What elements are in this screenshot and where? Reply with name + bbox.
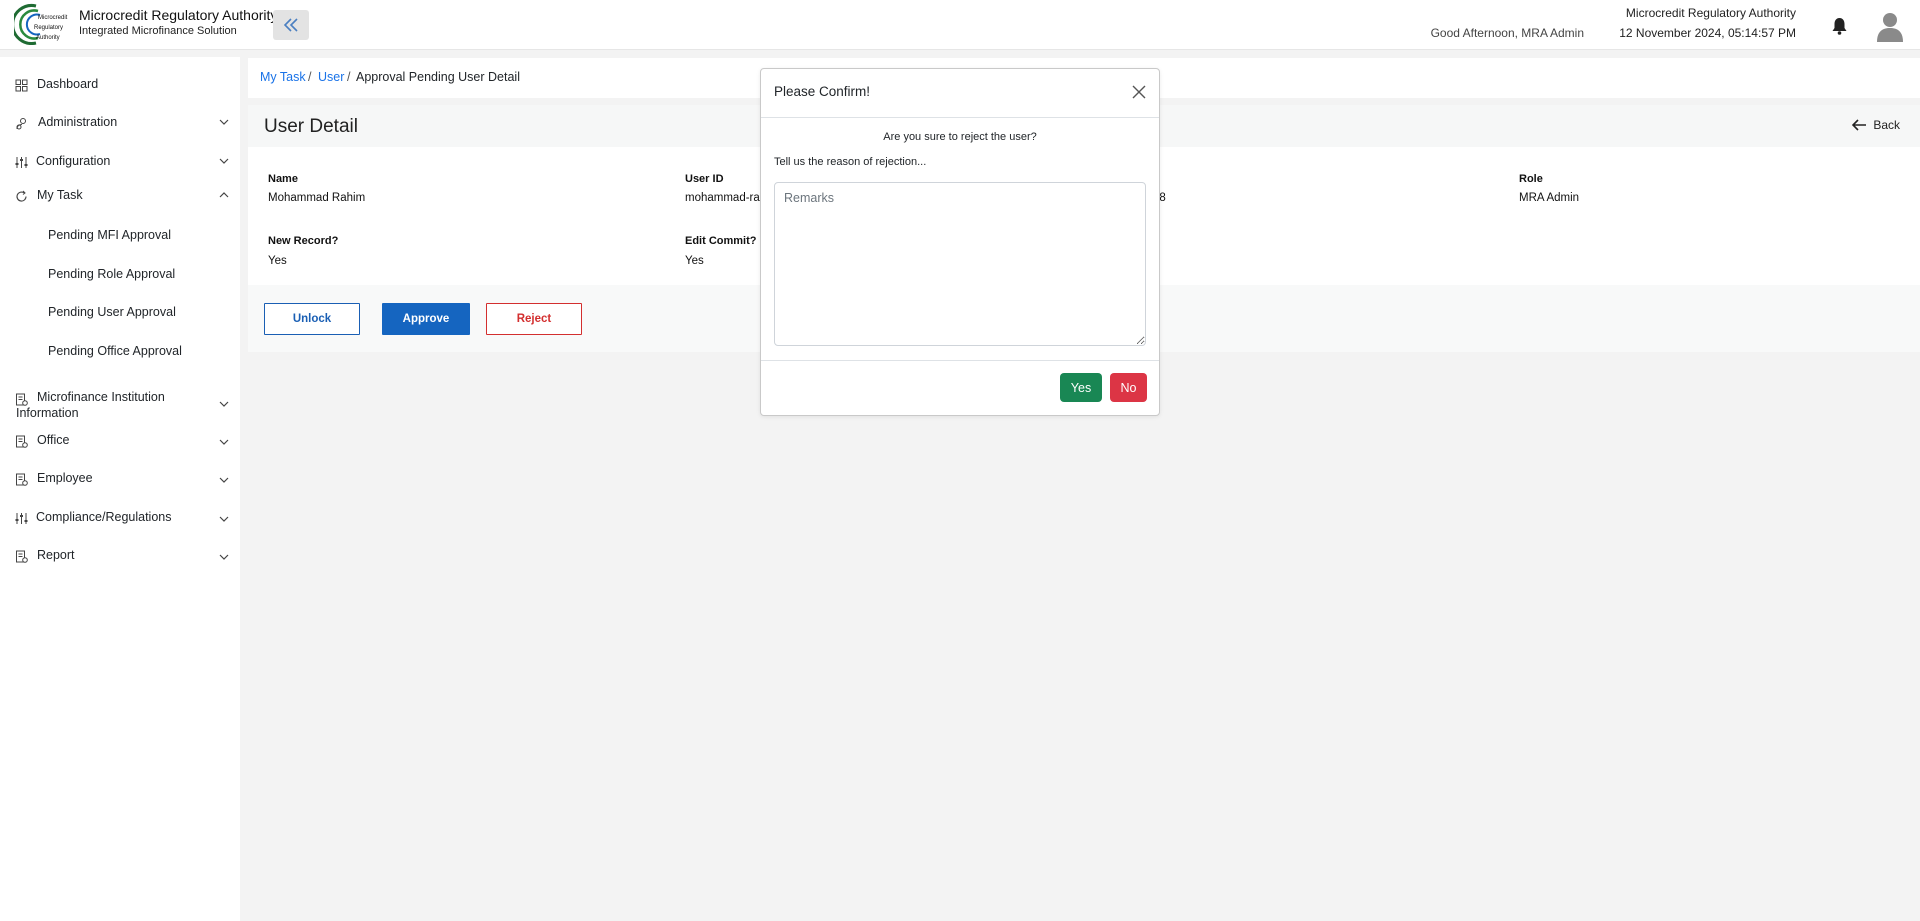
approve-button[interactable]: Approve xyxy=(382,303,470,335)
chevron-down-icon xyxy=(219,158,229,164)
logo-line-3: Authority xyxy=(36,35,60,41)
breadcrumb-user[interactable]: User xyxy=(318,70,344,84)
chevron-down-icon xyxy=(219,439,229,445)
back-button[interactable]: Back xyxy=(1852,118,1900,132)
sidebar-item-label: Report xyxy=(37,548,75,562)
unlock-button[interactable]: Unlock xyxy=(264,303,360,335)
sidebar-item-label: Configuration xyxy=(36,154,111,168)
sidebar-item-configuration[interactable]: Configuration xyxy=(0,154,240,172)
sidebar-item-my-task[interactable]: My Task xyxy=(0,188,240,206)
sidebar: Dashboard Administration Configuration M… xyxy=(0,57,240,911)
chevron-down-icon xyxy=(219,477,229,483)
field-value-user-id: mohammad-rah xyxy=(685,192,767,204)
close-icon[interactable] xyxy=(1131,84,1147,100)
sliders-icon xyxy=(15,513,28,524)
brand-title: Microcredit Regulatory Authority xyxy=(79,7,278,23)
modal-header: Please Confirm! xyxy=(761,69,1159,118)
arrow-left-icon xyxy=(1852,119,1867,131)
field-value-edit-commit: Yes xyxy=(685,255,704,267)
sliders-icon xyxy=(15,157,28,168)
sidebar-item-compliance-regulations[interactable]: Compliance/Regulations xyxy=(0,510,240,528)
sidebar-item-report[interactable]: Report xyxy=(0,548,240,566)
sidebar-item-employee[interactable]: Employee xyxy=(0,471,240,489)
mra-logo: Microcredit Regulatory Authority xyxy=(14,4,68,45)
modal-footer: Yes No xyxy=(761,360,1159,417)
field-value-name: Mohammad Rahim xyxy=(268,192,366,204)
refresh-icon xyxy=(16,190,27,202)
sidebar-item-administration[interactable]: Administration xyxy=(0,115,240,133)
bell-icon[interactable] xyxy=(1831,17,1848,35)
breadcrumb-separator: / xyxy=(308,70,312,84)
field-value-role: MRA Admin xyxy=(1519,192,1580,204)
sidebar-item-label: My Task xyxy=(37,188,83,202)
chevron-up-icon xyxy=(219,192,229,198)
back-label: Back xyxy=(1873,118,1900,132)
logo-line-1: Microcredit xyxy=(38,15,68,21)
sidebar-toggle-button[interactable] xyxy=(273,10,309,40)
sidebar-item-label: Microfinance Institution xyxy=(37,390,165,404)
sidebar-item-label-line2: Information xyxy=(16,406,79,420)
current-datetime: 12 November 2024, 05:14:57 PM xyxy=(1619,26,1796,40)
sidebar-subitem-pending-office-approval[interactable]: Pending Office Approval xyxy=(48,344,182,358)
top-header: Microcredit Regulatory Authority Microcr… xyxy=(0,0,1920,50)
chevron-down-icon xyxy=(219,119,229,125)
field-label-role: Role xyxy=(1519,173,1543,185)
greeting-text: Good Afternoon, MRA Admin xyxy=(1430,26,1584,40)
document-icon xyxy=(16,550,28,563)
brand-subtitle: Integrated Microfinance Solution xyxy=(79,25,237,37)
rejection-reason-label: Tell us the reason of rejection... xyxy=(774,156,927,168)
chevron-down-icon xyxy=(219,516,229,522)
no-button[interactable]: No xyxy=(1110,373,1147,402)
field-value-new-record: Yes xyxy=(268,255,287,267)
people-icon xyxy=(16,118,26,130)
breadcrumb-separator: / xyxy=(347,70,351,84)
chevron-down-icon xyxy=(219,401,229,407)
sidebar-item-dashboard[interactable]: Dashboard xyxy=(0,77,240,95)
sidebar-subitem-pending-mfi-approval[interactable]: Pending MFI Approval xyxy=(48,228,171,242)
double-chevron-left-icon xyxy=(283,18,298,32)
field-label-new-record: New Record? xyxy=(268,235,339,247)
confirm-reject-modal: Please Confirm! Are you sure to reject t… xyxy=(760,68,1160,416)
page-title: User Detail xyxy=(264,116,358,137)
sidebar-item-label: Employee xyxy=(37,471,93,485)
document-icon xyxy=(16,435,28,448)
sidebar-item-microfinance-institution-information[interactable]: Microfinance Institution Information xyxy=(0,390,240,424)
field-label-edit-commit: Edit Commit? xyxy=(685,235,757,247)
reject-button[interactable]: Reject xyxy=(486,303,582,335)
sidebar-item-office[interactable]: Office xyxy=(0,433,240,451)
sidebar-item-label: Administration xyxy=(38,115,118,129)
sidebar-bottom xyxy=(0,911,240,921)
breadcrumb-my-task[interactable]: My Task xyxy=(260,70,306,84)
grid-icon xyxy=(15,79,28,92)
confirm-question: Are you sure to reject the user? xyxy=(883,131,1037,143)
sidebar-item-label: Office xyxy=(37,433,70,447)
yes-button[interactable]: Yes xyxy=(1060,373,1102,402)
breadcrumb-current: Approval Pending User Detail xyxy=(356,70,520,84)
field-label-name: Name xyxy=(268,173,298,185)
document-icon xyxy=(16,473,28,486)
sidebar-item-label: Dashboard xyxy=(37,77,99,91)
user-avatar-icon[interactable] xyxy=(1876,11,1904,42)
field-label-user-id: User ID xyxy=(685,173,724,185)
logo-line-2: Regulatory xyxy=(34,25,63,31)
modal-title: Please Confirm! xyxy=(774,84,871,99)
sidebar-subitem-pending-role-approval[interactable]: Pending Role Approval xyxy=(48,267,175,281)
document-icon xyxy=(16,393,28,406)
remarks-textarea[interactable] xyxy=(774,182,1146,346)
sidebar-subitem-pending-user-approval[interactable]: Pending User Approval xyxy=(48,305,176,319)
sidebar-item-label: Compliance/Regulations xyxy=(36,510,172,524)
org-name: Microcredit Regulatory Authority xyxy=(1625,6,1796,20)
chevron-down-icon xyxy=(219,554,229,560)
